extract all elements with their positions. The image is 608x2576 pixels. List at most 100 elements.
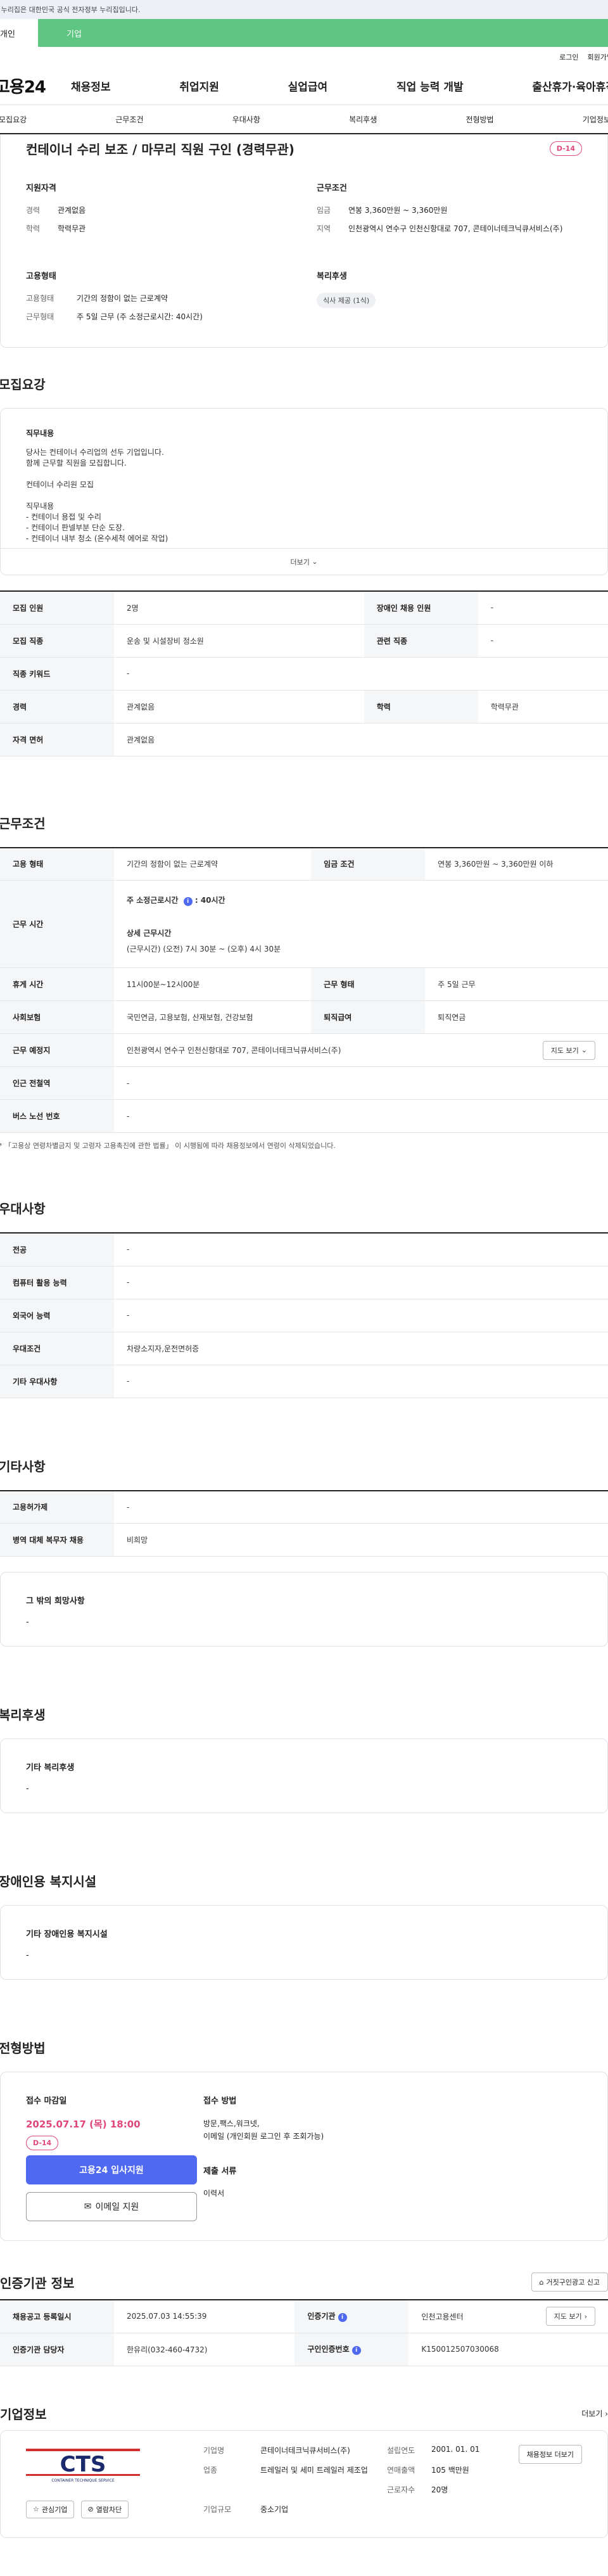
employment-heading: 고용형태 [26,272,56,281]
gnb-item-leave[interactable]: 출산휴가·육아휴직 [532,78,608,94]
desc-line: - 컨테이너 용접 및 수리 [26,513,101,521]
insurance-value: 국민연금, 고용보험, 산재보험, 건강보험 [114,1000,312,1034]
info-icon[interactable]: i [183,896,193,906]
apply-dday-badge: D-14 [26,2136,59,2150]
block-company-button[interactable]: ⊘ 열람차단 [80,2500,129,2518]
agency-value: 인천고용센터 지도 보기 › [408,2300,608,2333]
signup-link[interactable]: 회원가입 [588,52,608,62]
info-icon[interactable]: i [338,2313,347,2323]
tab-company[interactable]: 기업정보 [583,114,608,125]
bus-label: 버스 노선 번호 [0,1099,114,1133]
size-label: 기업규모 [203,2504,232,2514]
gnb-item-support[interactable]: 취업지원 [179,78,219,94]
cond-value: 차량소지자,운전면허증 [114,1332,608,1365]
more-label: 더보기 [290,558,310,566]
job-description-card: 직무내용 당사는 컨테이너 수리업의 선두 기업입니다. 함께 근무할 직원을 … [0,408,608,575]
hope-value: - [26,1617,29,1627]
company-actions: 채용정보 더보기 [493,2444,582,2518]
login-link[interactable]: 로그인 [559,52,578,62]
method-line: 이메일 (개인회원 로그인 후 조회가능) [203,2132,324,2141]
benefit-box-title: 기타 복리후생 [26,1763,75,1773]
label: 지역 [317,224,331,233]
agency-label-text: 인증기관 [307,2312,336,2321]
severance-value: 퇴직연금 [425,1000,608,1034]
hours-line1: 주 소정근로시간 [127,895,179,905]
chevron-down-icon: ⌄ [309,558,318,566]
apply-button[interactable]: 고용24 입사지원 [26,2155,197,2184]
disabled-card: 기타 장애인용 복지시설 - [0,1905,608,1980]
map-button[interactable]: 지도 보기 ⌄ [542,1040,595,1060]
tab-recruit[interactable]: 모집요강 [0,114,27,125]
type-value: 기간의 정함이 없는 근로계약 [114,847,312,881]
tab-benefit[interactable]: 복리후생 [349,114,377,125]
method-value: 방문,팩스,워크넷, 이메일 (개인회원 로그인 후 조회가능) [203,2117,582,2143]
utility-links: 로그인 회원가입 [0,47,608,67]
keyword-label: 직종 키워드 [0,657,114,691]
lang-value: - [114,1299,608,1332]
company-jobs-button[interactable]: 채용정보 더보기 [518,2444,582,2464]
favorite-company-button[interactable]: ☆ 관심기업 [26,2500,75,2518]
size-value: 중소기업 [260,2504,289,2514]
cert-table: 채용공고 등록일시 2025.07.03 14:55:39 인증기관 i 인천고용… [0,2299,608,2366]
tab-work[interactable]: 근무조건 [115,114,143,125]
welfare-chip: 식사 제공 (1식) [317,293,376,308]
label: 학력 [26,224,41,233]
hours-value: 주 소정근로시간 i : 40시간 상세 근무시간 (근무시간) (오전) 7시… [114,880,608,968]
persona-company-tab[interactable]: 기업 [38,19,608,47]
benefit-card: 기타 복리후생 - [0,1738,608,1813]
email-apply-button[interactable]: ✉ 이메일 지원 [26,2192,197,2221]
major-label: 전공 [0,1233,114,1266]
sales-label: 연매출액 [387,2465,415,2475]
value: 학력무관 [58,224,86,233]
other-table: 고용허가제 - 병역 대체 복무자 채용 비희망 [0,1489,608,1557]
gnb-item-unemployment[interactable]: 실업급여 [288,78,328,94]
value: 관계없음 [58,206,86,215]
disabled-section-title: 장애인용 복지시설 [0,1874,97,1889]
docs-value: 이력서 [203,2189,225,2198]
place-value: 인천광역시 연수구 인천신항대로 707, 콘테이너테크닉큐서비스(주) 지도 … [114,1033,608,1067]
gnb-item-jobs[interactable]: 채용정보 [71,78,111,94]
company-header: 기업정보 더보기 › [0,2404,608,2423]
manager-label: 인증기관 담당자 [0,2333,114,2366]
welfare-heading: 복리후생 [317,272,347,281]
more-button[interactable]: 더보기 ⌄ [1,548,607,575]
value: 주 5일 근무 (주 소정근로시간: 40시간) [77,312,203,321]
age-note: * 「고용상 연령차별금지 및 고령자 고용촉진에 관한 법률」 이 시행됨에 … [0,1142,336,1150]
name-value: 콘테이너테크닉큐서비스(주) [260,2445,350,2455]
employees-label: 근로자수 [387,2485,415,2494]
site-logo[interactable]: 고용24 [0,74,71,98]
gnb-item-training[interactable]: 직업 능력 개발 [396,78,464,94]
hope-title: 그 밖의 희망사항 [26,1597,85,1606]
computer-label: 컴퓨터 활용 능력 [0,1266,114,1299]
tab-pref[interactable]: 우대사항 [232,114,260,125]
num-label-text: 구인인증번호 [307,2345,350,2354]
block-icon: ⊘ [87,2505,94,2513]
headcount-label: 모집 인원 [0,591,114,625]
company-more-link[interactable]: 더보기 › [581,2408,608,2419]
desc-title: 직무내용 [26,429,54,438]
reg-value: 2025.07.03 14:55:39 [114,2300,295,2333]
report-button[interactable]: ⌂ 거짓구인광고 신고 [531,2273,608,2292]
agency-map-button[interactable]: 지도 보기 › [545,2307,595,2326]
keyword-value: - [114,657,608,691]
company-info: 기업명 콘테이너테크닉큐서비스(주) 설립연도 2001. 01. 01 업종 … [203,2445,493,2518]
disabled-label: 장애인 채용 인원 [364,591,478,625]
pref-section-title: 우대사항 [0,1201,46,1216]
founded-value: 2001. 01. 01 [431,2444,480,2454]
insurance-label: 사회보험 [0,1000,114,1034]
tab-apply[interactable]: 전형방법 [466,114,493,125]
email-btn-label: 이메일 지원 [95,2202,139,2212]
employ-label: 고용허가제 [0,1490,114,1524]
persona-personal-tab[interactable]: 개인 [0,19,38,47]
cert-header: 인증기관 정보 ⌂ 거짓구인광고 신고 [0,2273,608,2292]
apply-right: 접수 방법 방문,팩스,워크넷, 이메일 (개인회원 로그인 후 조회가능) 제… [203,2094,582,2221]
military-value: 비희망 [114,1523,608,1557]
summary-qualification: 지원자격 경력 관계없음 학력 학력무관 [26,181,291,241]
disabled-box-value: - [26,1951,29,1960]
value: 연봉 3,360만원 ~ 3,360만원 [348,206,448,215]
conditions-heading: 근무조건 [317,184,347,193]
info-icon[interactable]: i [352,2346,361,2355]
label: 고용형태 [26,294,54,303]
company-logo-area: CTS CONTAINER TECHNIQUE SERVICE ☆ 관심기업 ⊘ 열… [26,2445,203,2518]
agency-label: 인증기관 i [294,2300,409,2333]
